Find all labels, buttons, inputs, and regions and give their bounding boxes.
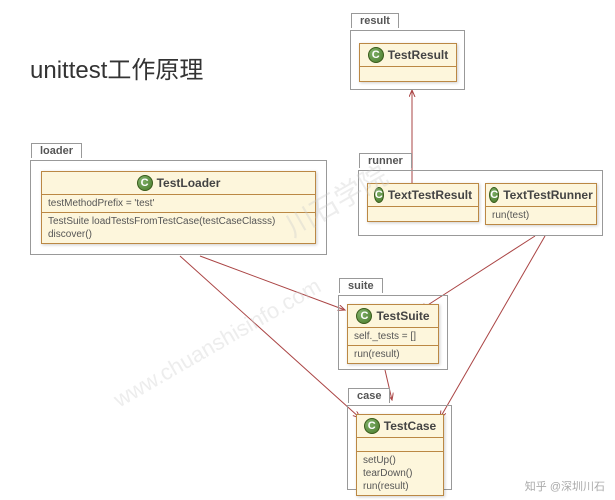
attribution-text: 知乎 @深圳川石	[525, 478, 605, 494]
class-TestSuite-methods: run(result)	[348, 346, 438, 363]
class-TestCase-name: TestCase	[384, 419, 436, 433]
class-icon: C	[374, 187, 384, 203]
class-TextTestRunner-methods: run(test)	[486, 207, 596, 224]
class-TestResult-name: TestResult	[388, 48, 448, 62]
package-suite-label: suite	[339, 278, 383, 293]
class-TextTestResult-name: TextTestResult	[388, 188, 472, 202]
class-TextTestResult: C TextTestResult	[367, 183, 479, 222]
class-TestSuite-name: TestSuite	[376, 309, 429, 323]
class-icon: C	[356, 308, 372, 324]
page-title: unittest工作原理	[30, 50, 203, 85]
class-TestLoader-attributes: testMethodPrefix = 'test'	[42, 195, 315, 213]
class-TestResult: C TestResult	[359, 43, 457, 82]
class-icon: C	[137, 175, 153, 191]
class-TextTestRunner-name: TextTestRunner	[503, 188, 593, 202]
class-TestSuite-attributes: self._tests = []	[348, 328, 438, 346]
package-case: case C TestCase setUp() tearDown() run(r…	[347, 405, 452, 490]
class-TextTestRunner: C TextTestRunner run(test)	[485, 183, 597, 225]
class-icon: C	[368, 47, 384, 63]
package-case-label: case	[348, 388, 390, 403]
class-icon: C	[489, 187, 499, 203]
package-suite: suite C TestSuite self._tests = [] run(r…	[338, 295, 448, 370]
class-icon: C	[364, 418, 380, 434]
package-loader: loader C TestLoader testMethodPrefix = '…	[30, 160, 327, 255]
package-loader-label: loader	[31, 143, 82, 158]
class-TestCase-methods: setUp() tearDown() run(result)	[357, 452, 443, 495]
class-TestCase: C TestCase setUp() tearDown() run(result…	[356, 414, 444, 496]
class-TestLoader: C TestLoader testMethodPrefix = 'test' T…	[41, 171, 316, 244]
package-runner: runner C TextTestResult C TextTestRunner…	[358, 170, 603, 236]
class-TestLoader-methods: TestSuite loadTestsFromTestCase(testCase…	[42, 213, 315, 243]
class-TestSuite: C TestSuite self._tests = [] run(result)	[347, 304, 439, 364]
package-result: result C TestResult	[350, 30, 465, 90]
package-runner-label: runner	[359, 153, 412, 168]
watermark-url: www.chuanshisinfo.com	[109, 273, 325, 413]
package-result-label: result	[351, 13, 399, 28]
class-TestLoader-name: TestLoader	[157, 176, 221, 190]
